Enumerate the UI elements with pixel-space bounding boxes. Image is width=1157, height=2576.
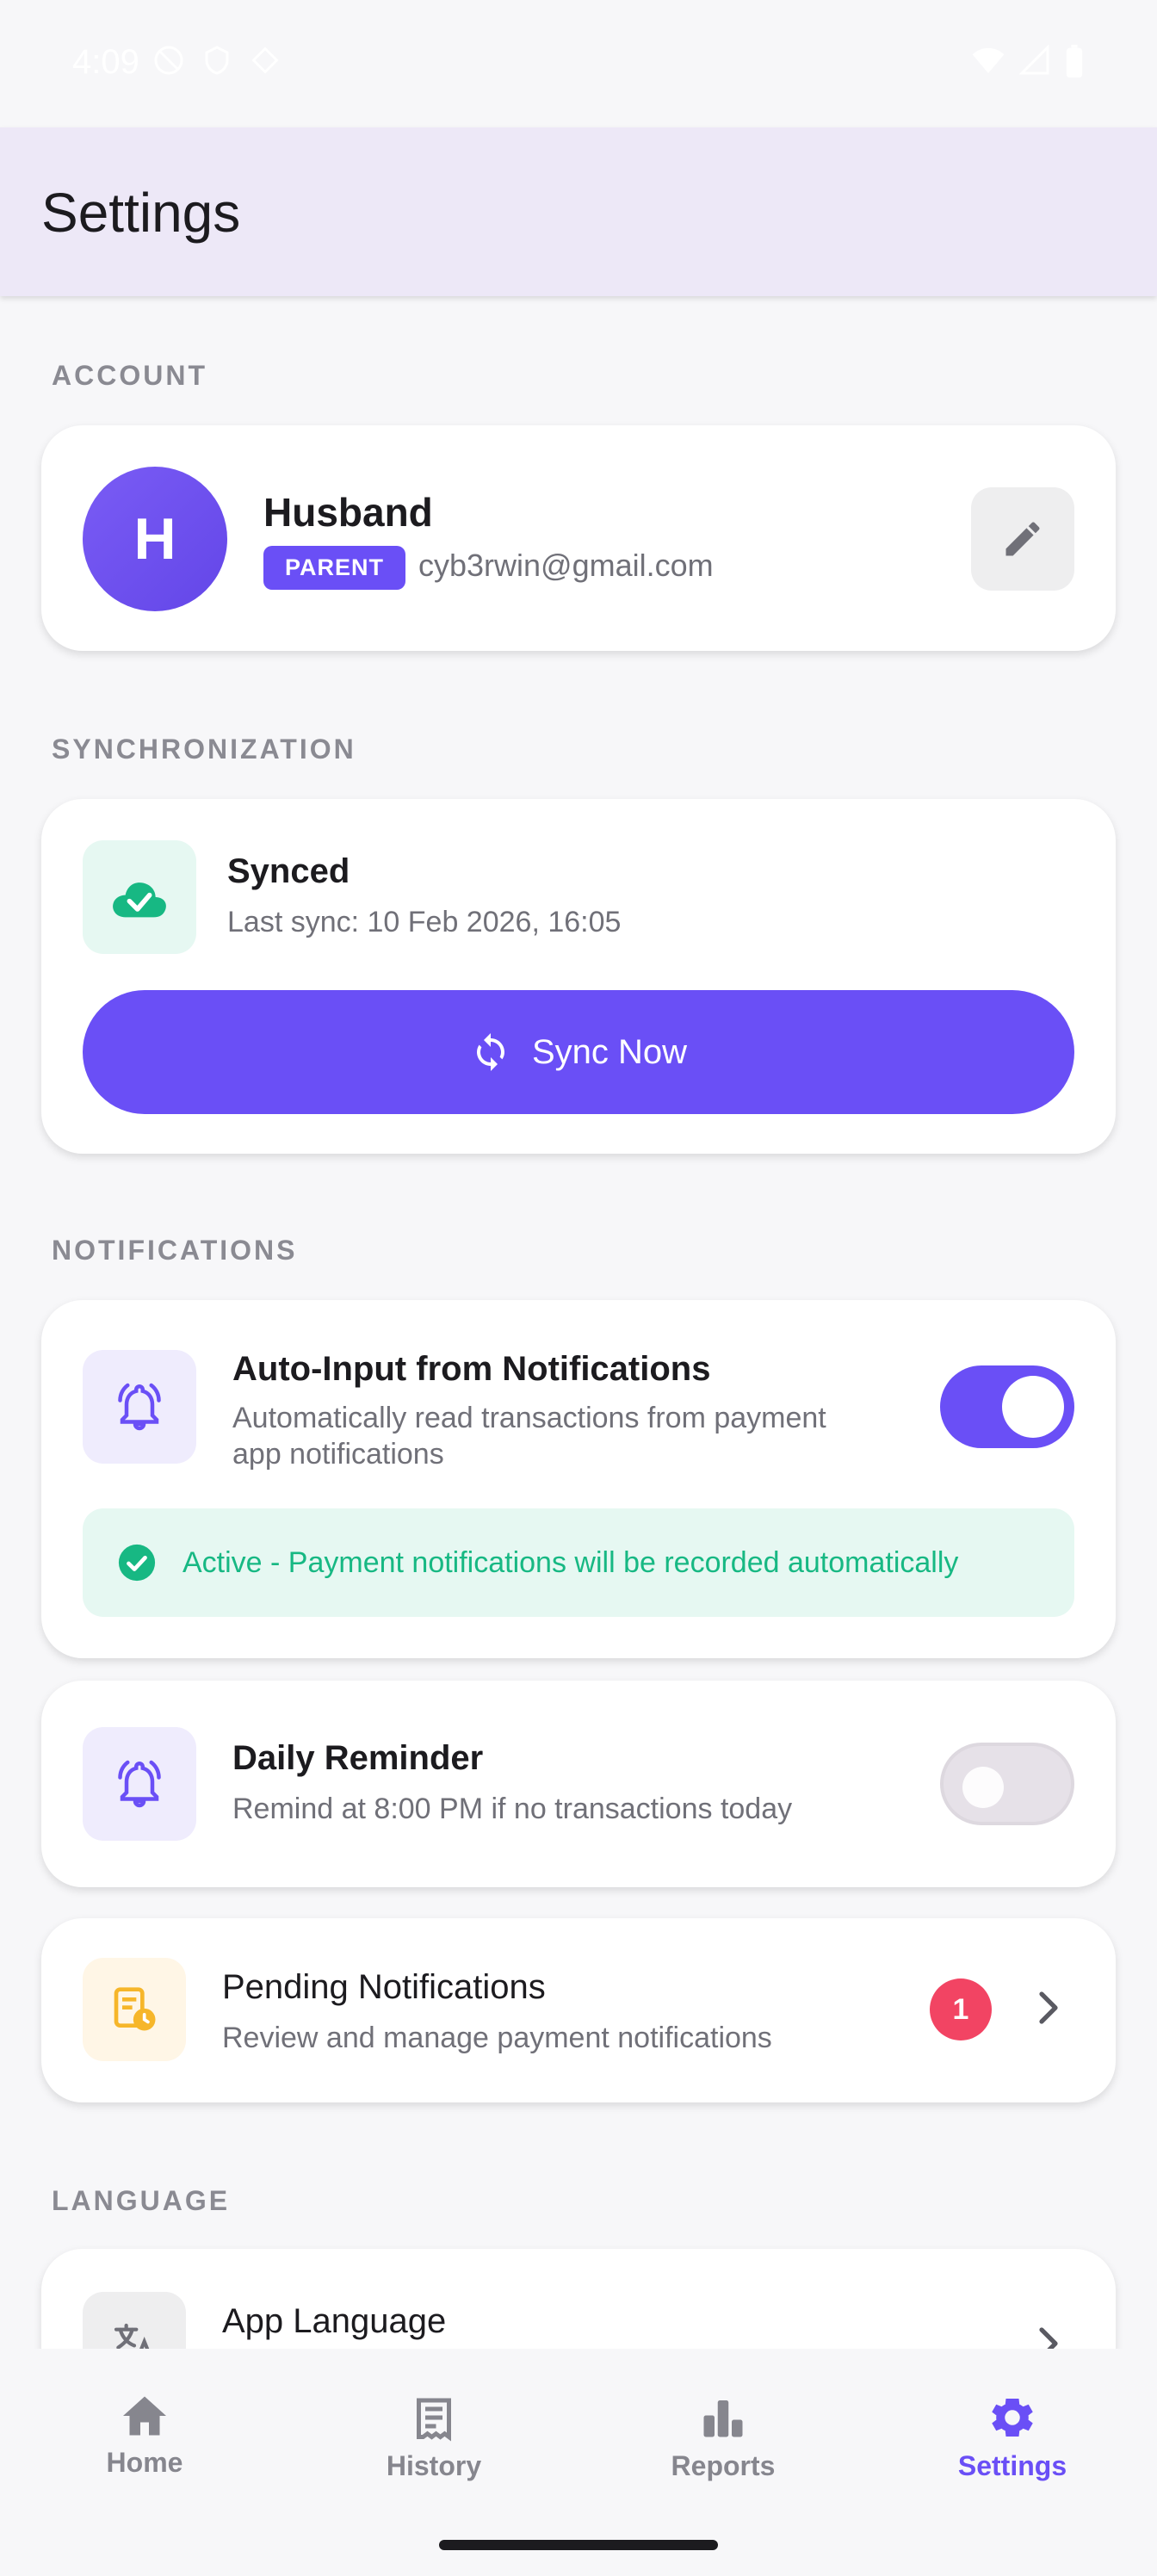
- bell-ring-icon: [118, 1760, 161, 1808]
- home-icon: [123, 2396, 166, 2436]
- battery-icon: [1066, 45, 1083, 78]
- last-sync-text: Last sync: 10 Feb 2026, 16:05: [227, 906, 622, 938]
- auto-input-active-text: Active - Payment notifications will be r…: [183, 1545, 959, 1579]
- sync-status-tile: [83, 840, 196, 954]
- auto-input-card: Auto-Input from Notifications Automatica…: [41, 1300, 1116, 1658]
- role-badge: PARENT: [263, 546, 406, 590]
- section-label-sync: SYNCHRONIZATION: [52, 734, 356, 765]
- signal-icon: [1019, 45, 1049, 75]
- bar-chart-icon: [703, 2400, 743, 2437]
- receipt-icon: [417, 2398, 451, 2442]
- daily-reminder-icon-tile: [83, 1727, 196, 1841]
- bell-ring-icon: [118, 1383, 161, 1431]
- gesture-bar: [439, 2540, 718, 2550]
- auto-input-subtitle-line2: app notifications: [232, 1438, 444, 1471]
- toggle-knob: [1002, 1376, 1064, 1438]
- page-title: Settings: [41, 182, 241, 244]
- auto-input-subtitle-line1: Automatically read transactions from pay…: [232, 1402, 826, 1434]
- sync-card: Synced Last sync: 10 Feb 2026, 16:05 Syn…: [41, 799, 1116, 1154]
- status-time: 4:09: [72, 43, 139, 81]
- daily-reminder-subtitle: Remind at 8:00 PM if no transactions tod…: [232, 1793, 793, 1825]
- nav-reports[interactable]: Reports: [578, 2392, 868, 2482]
- nav-home-label: Home: [106, 2447, 183, 2478]
- daily-reminder-toggle[interactable]: [940, 1743, 1074, 1825]
- nav-home[interactable]: Home: [0, 2392, 289, 2479]
- gear-icon: [992, 2399, 1033, 2437]
- app-bar: Settings: [0, 127, 1157, 296]
- auto-input-title: Auto-Input from Notifications: [232, 1350, 711, 1388]
- wifi-icon: [972, 47, 1005, 73]
- status-icons-left: [153, 45, 281, 76]
- sync-now-button[interactable]: Sync Now: [83, 990, 1074, 1114]
- account-name: Husband: [263, 490, 433, 535]
- nav-reports-label: Reports: [671, 2450, 776, 2481]
- pending-notifications-card[interactable]: Pending Notifications Review and manage …: [41, 1918, 1116, 2102]
- chevron-right-icon: [1039, 1991, 1058, 2024]
- status-icons-right: [971, 45, 1085, 79]
- section-label-notifications: NOTIFICATIONS: [52, 1235, 298, 1266]
- auto-input-toggle[interactable]: [940, 1365, 1074, 1448]
- auto-input-icon-tile: [83, 1350, 196, 1464]
- section-label-language: LANGUAGE: [52, 2185, 231, 2216]
- app-language-title: App Language: [222, 2302, 447, 2340]
- daily-reminder-title: Daily Reminder: [232, 1739, 484, 1777]
- toggle-knob: [962, 1767, 1004, 1808]
- pending-title: Pending Notifications: [222, 1968, 546, 2006]
- diamond-icon: [251, 46, 279, 74]
- daily-reminder-card: Daily Reminder Remind at 8:00 PM if no t…: [41, 1681, 1116, 1887]
- status-bar: 4:09: [0, 0, 1157, 127]
- nav-settings-label: Settings: [957, 2450, 1067, 2481]
- pending-icon-tile: [83, 1958, 186, 2061]
- edit-profile-button[interactable]: [971, 487, 1074, 591]
- sync-now-label: Sync Now: [531, 1032, 688, 1071]
- pending-count-badge: 1: [930, 1978, 992, 2040]
- shield-icon: [205, 46, 229, 75]
- account-email: cyb3rwin@gmail.com: [418, 548, 714, 583]
- pending-document-icon: [114, 1987, 156, 2031]
- sync-icon: [476, 1033, 504, 1071]
- auto-input-active-banner: Active - Payment notifications will be r…: [83, 1508, 1074, 1617]
- sync-status: Synced: [227, 852, 350, 890]
- dnd-icon: [154, 46, 183, 75]
- pencil-icon: [1005, 522, 1040, 556]
- nav-history-label: History: [386, 2450, 482, 2481]
- section-label-account: ACCOUNT: [52, 360, 207, 391]
- avatar: H: [83, 467, 227, 611]
- pending-subtitle: Review and manage payment notifications: [222, 2022, 772, 2054]
- cloud-check-icon: [113, 882, 166, 918]
- nav-history[interactable]: History: [289, 2392, 578, 2482]
- check-circle-icon: [118, 1544, 156, 1582]
- account-card[interactable]: H Husband PARENT cyb3rwin@gmail.com: [41, 425, 1116, 651]
- nav-settings[interactable]: Settings: [868, 2392, 1157, 2482]
